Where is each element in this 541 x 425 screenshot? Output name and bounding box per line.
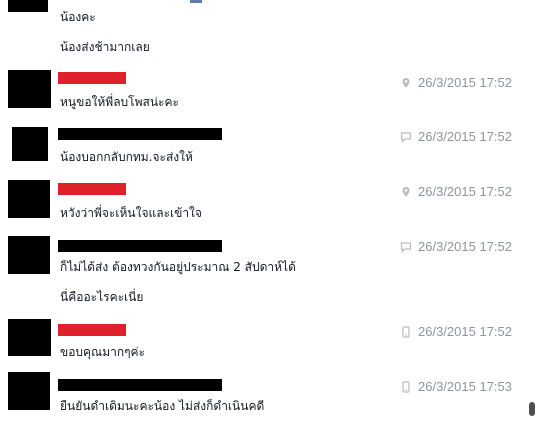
phone-icon [400, 381, 412, 393]
message-thread: น้องคะ น้องส่งช้ามากเลย หนูขอให้พี่ลบโพส… [0, 0, 526, 425]
message-text: หนูขอให้พี่ลบโพสน่ะคะ [60, 95, 179, 109]
avatar[interactable] [8, 70, 51, 108]
sender-name-fragment [190, 0, 202, 3]
message-text: น้องคะ [60, 10, 96, 24]
chat-bubble-icon [400, 131, 412, 143]
message-meta: 26/3/2015 17:53 [400, 379, 512, 395]
avatar[interactable] [8, 180, 50, 218]
message-meta: 26/3/2015 17:52 [400, 324, 512, 340]
message-timestamp: 26/3/2015 17:52 [418, 324, 512, 339]
phone-icon [400, 326, 412, 338]
location-pin-icon [400, 186, 412, 198]
message-text: หวังว่าพี่จะเห็นใจและเข้าใจ [60, 206, 202, 220]
message-meta: 26/3/2015 17:52 [400, 239, 512, 255]
message-timestamp: 26/3/2015 17:52 [418, 129, 512, 144]
avatar[interactable] [8, 372, 50, 410]
avatar[interactable] [8, 0, 48, 12]
message-text: น้องส่งช้ามากเลย [60, 40, 150, 54]
redacted-sender-name [58, 183, 126, 195]
message-text: ยืนยันดำเดิมนะคะน้อง ไม่ส่งก็ดำเนินคดี [60, 399, 265, 413]
message-timestamp: 26/3/2015 17:52 [418, 239, 512, 254]
message-timestamp: 26/3/2015 17:52 [418, 75, 512, 90]
redacted-sender-name [58, 324, 126, 336]
scrollbar-thumb[interactable] [529, 402, 535, 416]
message-text: น้องบอกกลับกทม.จะส่งให้ [60, 150, 193, 164]
message-text: ขอบคุณมากๆค่ะ [60, 345, 146, 359]
redacted-sender-name [58, 72, 126, 84]
location-pin-icon [400, 77, 412, 89]
message-meta: 26/3/2015 17:52 [400, 129, 512, 145]
message-timestamp: 26/3/2015 17:52 [418, 184, 512, 199]
avatar[interactable] [8, 236, 50, 274]
message-meta: 26/3/2015 17:52 [400, 75, 512, 91]
message-meta: 26/3/2015 17:52 [400, 184, 512, 200]
message-text: ก็ไม่ได้ส่ง ต้องทวงกันอยู่ประมาณ 2 สัปดา… [60, 260, 296, 274]
avatar[interactable] [12, 127, 48, 161]
message-timestamp: 26/3/2015 17:53 [418, 379, 512, 394]
message-text: นี่คืออะไรคะเนี่ย [60, 290, 144, 304]
redacted-sender-name [58, 240, 222, 252]
redacted-sender-name [58, 128, 222, 140]
scrollbar[interactable] [526, 0, 541, 425]
chat-bubble-icon [400, 241, 412, 253]
avatar[interactable] [8, 319, 51, 356]
redacted-sender-name [58, 379, 222, 391]
